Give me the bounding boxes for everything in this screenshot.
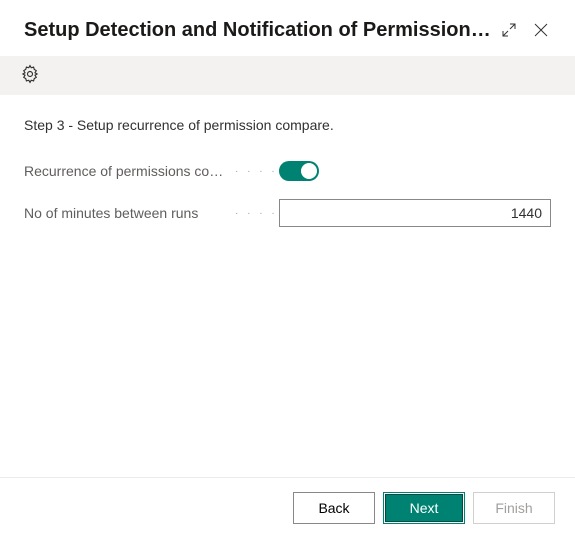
toggle-knob xyxy=(301,163,317,179)
dialog-header: Setup Detection and Notification of Perm… xyxy=(0,0,575,56)
minutes-label: No of minutes between runs xyxy=(24,205,229,221)
minutes-input[interactable] xyxy=(279,199,551,227)
separator-dots: · · · · xyxy=(229,166,279,177)
dialog-title: Setup Detection and Notification of Perm… xyxy=(24,19,495,42)
dialog-content: Step 3 - Setup recurrence of permission … xyxy=(0,95,575,263)
toolbar xyxy=(0,56,575,95)
recurrence-row: Recurrence of permissions com… · · · · xyxy=(24,157,551,185)
separator-dots: · · · · · xyxy=(229,208,279,219)
gear-icon[interactable] xyxy=(20,64,40,87)
recurrence-label: Recurrence of permissions com… xyxy=(24,163,229,179)
finish-button: Finish xyxy=(473,492,555,524)
expand-icon[interactable] xyxy=(495,16,523,44)
dialog-footer: Back Next Finish xyxy=(0,477,575,538)
recurrence-toggle[interactable] xyxy=(279,161,319,181)
back-button[interactable]: Back xyxy=(293,492,375,524)
next-button[interactable]: Next xyxy=(383,492,465,524)
close-icon[interactable] xyxy=(527,16,555,44)
step-title: Step 3 - Setup recurrence of permission … xyxy=(24,117,551,133)
minutes-row: No of minutes between runs · · · · · xyxy=(24,199,551,227)
header-actions xyxy=(495,16,555,44)
